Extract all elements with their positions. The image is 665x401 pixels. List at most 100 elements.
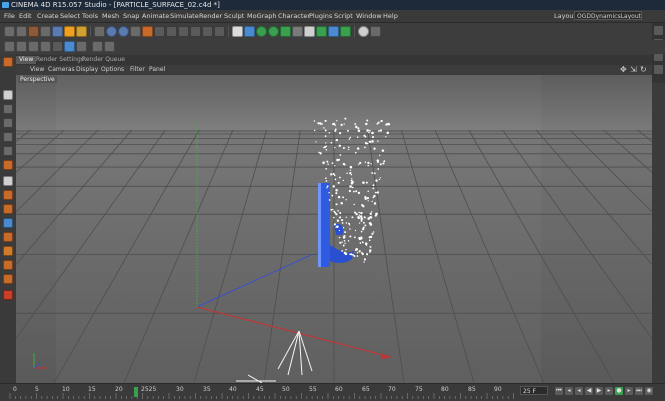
polygons-mode-icon[interactable] [28, 41, 39, 52]
cube-icon[interactable] [232, 26, 243, 37]
menu-script[interactable]: Script [334, 12, 353, 20]
workplane-tool-icon[interactable] [3, 218, 13, 228]
menu-mesh[interactable]: Mesh [102, 12, 119, 20]
rotate-view-icon[interactable]: ↻ [640, 65, 647, 74]
points-mode-icon[interactable] [4, 41, 15, 52]
viewport-menu-filter[interactable]: Filter [130, 66, 145, 73]
play-icon[interactable]: ▶ [595, 387, 603, 395]
play-backwards-icon[interactable]: ◀ [585, 387, 593, 395]
viewport-menu-cameras[interactable]: Cameras [48, 66, 75, 73]
menu-file[interactable]: File [4, 12, 15, 20]
panel-tool-icon[interactable] [654, 65, 663, 74]
go-to-start-icon[interactable]: ⏮ [555, 387, 563, 395]
points-tool-icon[interactable] [3, 132, 13, 142]
pen-spline-icon[interactable] [244, 26, 255, 37]
texture-tool-icon[interactable] [3, 190, 13, 200]
go-to-end-icon[interactable]: ⏭ [635, 387, 643, 395]
menu-render[interactable]: Render [199, 12, 222, 20]
interactive-render-icon[interactable] [214, 26, 225, 37]
current-frame-indicator[interactable] [134, 387, 138, 397]
edges-mode-icon[interactable] [16, 41, 27, 52]
checker-icon[interactable] [3, 176, 13, 186]
polygons-tool-icon[interactable] [3, 160, 13, 170]
scene-icon[interactable] [340, 26, 351, 37]
menu-select[interactable]: Select [60, 12, 80, 20]
floor-icon[interactable] [292, 26, 303, 37]
tag-icon[interactable] [370, 26, 381, 37]
menu-tools[interactable]: Tools [82, 12, 98, 20]
render-region-icon[interactable] [154, 26, 165, 37]
viewport-menu-panel[interactable]: Panel [149, 66, 165, 73]
paint-tool-icon[interactable] [3, 246, 13, 256]
zoom-view-icon[interactable]: ⇲ [630, 65, 637, 74]
make-editable-icon[interactable] [3, 57, 13, 67]
sculpt-tool-icon[interactable] [3, 232, 13, 242]
camera-icon[interactable] [316, 26, 327, 37]
next-key-icon[interactable]: ▸ [625, 387, 633, 395]
environment-icon[interactable] [328, 26, 339, 37]
light-icon[interactable] [304, 26, 315, 37]
menu-help[interactable]: Help [383, 12, 398, 20]
render-to-picture-viewer-icon[interactable] [166, 26, 177, 37]
edit-render-settings-icon[interactable] [190, 26, 201, 37]
move-icon[interactable] [40, 26, 51, 37]
y-axis-lock-icon[interactable] [106, 26, 117, 37]
menu-character[interactable]: Character [278, 12, 310, 20]
undo-icon[interactable] [4, 26, 15, 37]
x-axis-lock-icon[interactable] [94, 26, 105, 37]
z-axis-lock-icon[interactable] [118, 26, 129, 37]
viewport-menu-display[interactable]: Display [76, 66, 98, 73]
animation-mode-icon[interactable] [3, 118, 13, 128]
object-mode-icon[interactable] [3, 104, 13, 114]
record-keys-icon[interactable]: ● [615, 387, 623, 395]
panel-tool-icon[interactable] [654, 26, 663, 35]
viewport-menu-options[interactable]: Options [101, 66, 124, 73]
menu-plugins[interactable]: Plugins [309, 12, 332, 20]
perspective-viewport[interactable]: Perspective [16, 75, 652, 383]
previous-key-icon[interactable]: ◂ [565, 387, 573, 395]
tick-label: 50 [282, 386, 290, 393]
texture-mode-icon[interactable] [52, 41, 63, 52]
rotate-icon[interactable] [64, 26, 75, 37]
next-frame-icon[interactable]: ▸ [605, 387, 613, 395]
previous-frame-icon[interactable]: ◂ [575, 387, 583, 395]
coordinate-system-icon[interactable] [130, 26, 141, 37]
tab-render-queue[interactable]: Render Queue [79, 56, 128, 64]
light-object-icon[interactable] [358, 26, 369, 37]
tick-label: 0 [13, 386, 17, 393]
edges-tool-icon[interactable] [3, 146, 13, 156]
scale-icon[interactable] [52, 26, 63, 37]
layer-icon[interactable] [3, 274, 13, 284]
menu-animate[interactable]: Animate [142, 12, 169, 20]
viewport-menu-view[interactable]: View [30, 66, 44, 73]
render-settings-icon[interactable] [178, 26, 189, 37]
axis-icon[interactable] [92, 41, 103, 52]
uv-mode-icon[interactable] [40, 41, 51, 52]
move-view-icon[interactable]: ✥ [620, 65, 627, 74]
autokey-icon[interactable]: ◉ [645, 387, 653, 395]
solo-icon[interactable] [3, 260, 13, 270]
render-tool-icon[interactable] [3, 290, 13, 300]
model-mode-icon[interactable] [3, 90, 13, 100]
layout-dropdown[interactable]: OGDDynamicsLayout [574, 11, 642, 20]
cloner-icon[interactable] [268, 26, 279, 37]
subdivision-surface-icon[interactable] [256, 26, 267, 37]
menu-mograph[interactable]: MoGraph [247, 12, 277, 20]
ladder-icon[interactable] [3, 204, 13, 214]
snap-icon[interactable] [64, 41, 75, 52]
menu-window[interactable]: Window [356, 12, 382, 20]
live-selection-icon[interactable] [28, 26, 39, 37]
workplane-icon[interactable] [76, 41, 87, 52]
render-queue-icon[interactable] [202, 26, 213, 37]
redo-icon[interactable] [16, 26, 27, 37]
render-view-icon[interactable] [142, 26, 153, 37]
menu-snap[interactable]: Snap [123, 12, 139, 20]
current-frame-field[interactable]: 25 F [520, 386, 548, 395]
menu-create[interactable]: Create [37, 12, 59, 20]
quantize-icon[interactable] [104, 41, 115, 52]
menu-sculpt[interactable]: Sculpt [224, 12, 244, 20]
deformer-icon[interactable] [280, 26, 291, 37]
recent-tools-icon[interactable] [76, 26, 87, 37]
menu-simulate[interactable]: Simulate [170, 12, 199, 20]
menu-edit[interactable]: Edit [19, 12, 32, 20]
